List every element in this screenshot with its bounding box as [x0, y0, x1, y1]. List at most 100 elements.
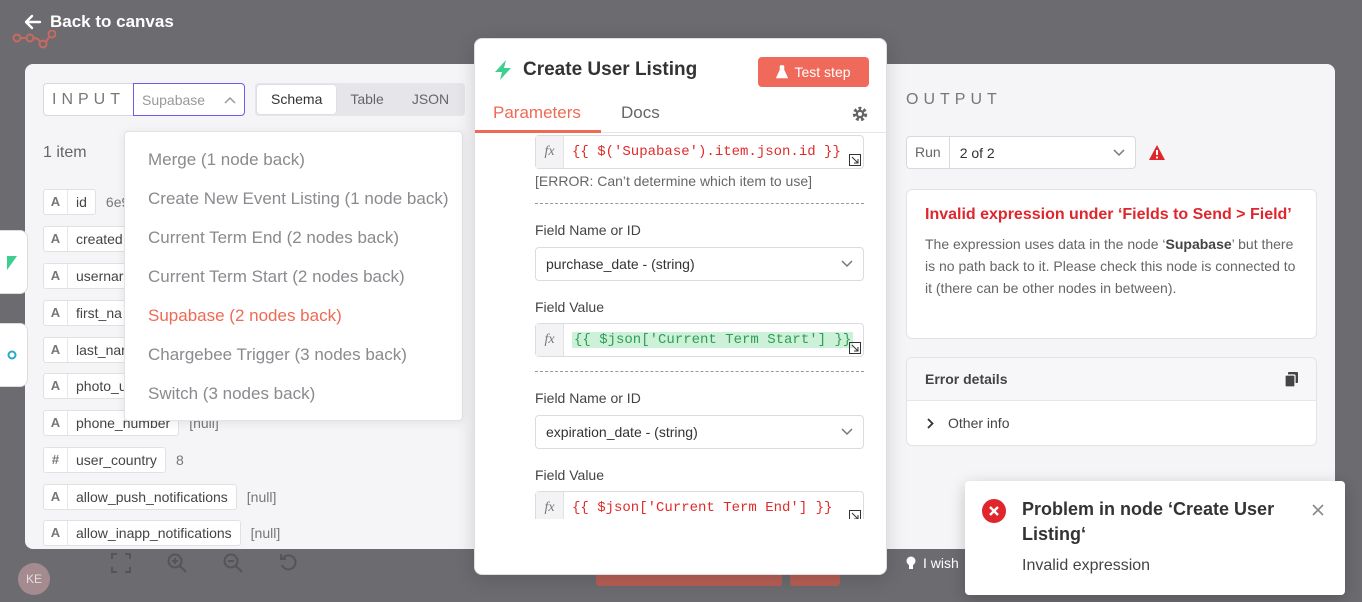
fit-view-icon — [111, 553, 131, 573]
test-step-button[interactable]: Test step — [758, 57, 869, 87]
warning-triangle-icon — [1148, 144, 1165, 160]
run-select[interactable]: 2 of 2 — [948, 136, 1136, 169]
field-value: 8 — [175, 452, 184, 468]
mode-json[interactable]: JSON — [398, 85, 463, 114]
field-divider — [535, 371, 864, 372]
zoom-in-button[interactable] — [160, 548, 194, 578]
error-toast: Problem in node ‘Create User Listing‘ In… — [965, 481, 1345, 595]
fit-view-button[interactable] — [104, 548, 138, 578]
fx-icon: fx — [536, 136, 564, 168]
toast-message: Invalid expression — [1022, 557, 1151, 574]
schema-field-chip[interactable]: Acreated — [43, 226, 132, 252]
run-label: Run — [906, 136, 949, 169]
mode-schema[interactable]: Schema — [257, 85, 337, 114]
reset-zoom-button[interactable] — [272, 548, 306, 578]
expression-code: {{ $json['Current Term Start'] }} — [564, 332, 854, 348]
field-value-label: Field Value — [535, 467, 605, 483]
field-key: allow_push_notifications — [76, 489, 228, 505]
schema-field-chip[interactable]: Alast_nar — [43, 337, 135, 363]
dropdown-option[interactable]: Supabase (2 nodes back) — [125, 296, 462, 335]
field-name-select[interactable]: purchase_date - (string) — [535, 247, 864, 281]
supabase-node-icon — [6, 256, 17, 270]
zoom-in-icon — [167, 553, 187, 573]
dropdown-option[interactable]: Chargebee Trigger (3 nodes back) — [125, 335, 462, 374]
copy-icon[interactable] — [1285, 371, 1298, 387]
lightning-bolt-icon — [495, 60, 511, 80]
dropdown-option[interactable]: Current Term End (2 nodes back) — [125, 218, 462, 257]
chevron-down-icon — [841, 260, 853, 268]
arrow-left-icon — [24, 14, 42, 30]
expression-field-expiration-date[interactable]: fx {{ $json['Current Term End'] }} — [535, 491, 864, 519]
schema-field-chip[interactable]: Ausernar — [43, 263, 133, 289]
input-node-dropdown: Merge (1 node back) Create New Event List… — [124, 131, 463, 421]
dropdown-option[interactable]: Merge (1 node back) — [125, 140, 462, 179]
expand-icon[interactable] — [849, 510, 861, 519]
dropdown-option[interactable]: Create New Event Listing (1 node back) — [125, 179, 462, 218]
input-item-count: 1 item — [43, 144, 87, 161]
field-type-icon: # — [44, 448, 68, 472]
chevron-down-icon — [841, 428, 853, 436]
error-description-part1: The expression uses data in the node ‘ — [925, 236, 1166, 252]
zoom-out-icon — [223, 553, 243, 573]
expression-field-id[interactable]: fx {{ $('Supabase').item.json.id }} — [535, 135, 864, 169]
gear-icon[interactable] — [851, 105, 869, 123]
field-key: allow_inapp_notifications — [76, 525, 232, 541]
expand-icon[interactable] — [849, 154, 861, 166]
expression-code: {{ $json['Current Term End'] }} — [572, 500, 833, 516]
field-name-select-value: expiration_date - (string) — [546, 424, 698, 440]
node-title[interactable]: Create User Listing — [523, 59, 697, 81]
parameters-body: fx {{ $('Supabase').item.json.id }} [ERR… — [475, 133, 886, 519]
field-name-select-value: purchase_date - (string) — [546, 256, 695, 272]
n8n-logo-icon — [12, 30, 56, 49]
dropdown-option[interactable]: Switch (3 nodes back) — [125, 374, 462, 413]
expression-field-purchase-date[interactable]: fx {{ $json['Current Term Start'] }} — [535, 323, 864, 357]
tab-parameters[interactable]: Parameters — [493, 103, 581, 123]
chevron-right-icon — [927, 417, 934, 429]
node-header: Create User Listing — [493, 59, 697, 81]
close-icon[interactable] — [1311, 503, 1325, 517]
schema-field-chip[interactable]: Aid — [43, 189, 96, 215]
schema-field-row: Aallow_inapp_notifications [null] — [43, 520, 280, 546]
other-info-toggle[interactable]: Other info — [907, 401, 1316, 445]
field-key: id — [76, 194, 87, 210]
field-type-icon: A — [44, 190, 68, 214]
field-key: first_na — [76, 305, 122, 321]
feedback-link[interactable]: I wish — [905, 555, 959, 571]
fx-icon: fx — [536, 492, 564, 519]
schema-field-chip[interactable]: Aallow_inapp_notifications — [43, 520, 241, 546]
field-name-label: Field Name or ID — [535, 222, 641, 238]
previous-node-tab[interactable] — [0, 230, 28, 294]
lightbulb-icon — [906, 556, 916, 569]
parameters-panel: Create User Listing Test step Parameters… — [474, 38, 887, 575]
error-description: The expression uses data in the node ‘Su… — [925, 233, 1298, 299]
field-divider — [535, 203, 864, 204]
tab-docs[interactable]: Docs — [621, 103, 660, 123]
next-node-tab[interactable] — [0, 323, 28, 387]
input-title: INPUT — [43, 83, 133, 116]
field-type-icon: A — [44, 521, 68, 545]
error-title: Invalid expression under ‘Fields to Send… — [925, 206, 1292, 223]
output-title: OUTPUT — [906, 91, 1002, 108]
back-to-canvas-link[interactable]: Back to canvas — [24, 12, 174, 32]
other-info-label: Other info — [948, 415, 1010, 431]
schema-field-chip[interactable]: # user_country — [43, 447, 166, 473]
dropdown-option[interactable]: Current Term Start (2 nodes back) — [125, 257, 462, 296]
field-value: [null] — [246, 489, 277, 505]
error-circle-icon — [982, 499, 1006, 523]
field-type-icon: A — [44, 338, 68, 362]
run-select-value: 2 of 2 — [959, 144, 995, 161]
schema-field-chip[interactable]: Aallow_push_notifications — [43, 484, 237, 510]
zoom-out-button[interactable] — [216, 548, 250, 578]
field-type-icon: A — [44, 485, 68, 509]
schema-field-chip[interactable]: Aphoto_u — [43, 373, 136, 399]
input-node-select-value: Supabase — [142, 91, 206, 108]
error-details-panel: Error details Other info — [906, 357, 1317, 446]
schema-field-chip[interactable]: Afirst_na — [43, 300, 131, 326]
field-type-icon: A — [44, 301, 68, 325]
user-avatar[interactable]: KE — [18, 563, 50, 595]
input-node-select[interactable]: Supabase — [133, 83, 245, 116]
mode-table[interactable]: Table — [336, 85, 397, 114]
field-type-icon: A — [44, 374, 68, 398]
expand-icon[interactable] — [849, 342, 861, 354]
field-name-select[interactable]: expiration_date - (string) — [535, 415, 864, 449]
